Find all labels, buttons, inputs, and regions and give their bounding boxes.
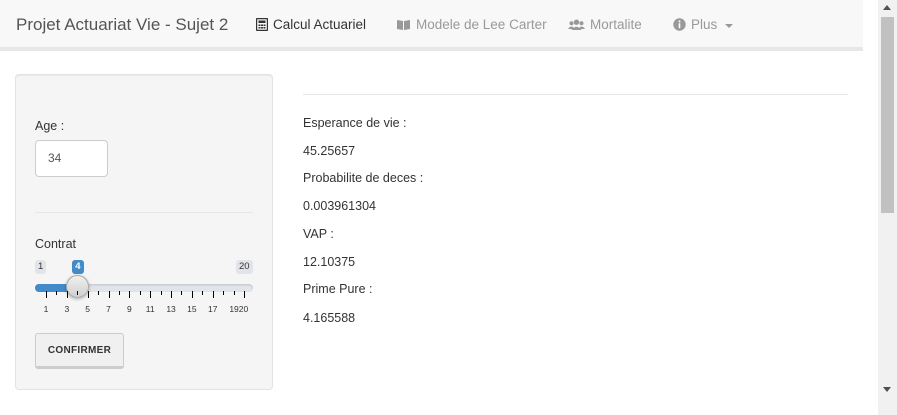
tab-label: Modele de Lee Carter [416,17,547,32]
prime-pure-label: Prime Pure : [303,282,373,296]
slider-tick-label: 17 [208,304,218,314]
slider-tick [56,291,58,295]
chevron-down-icon [725,23,734,28]
slider-tick [150,291,152,298]
tab-label: Plus [691,17,718,32]
slider-tick [98,291,100,295]
slider-tick-label: 13 [166,304,176,314]
probabilite-label: Probabilite de deces : [303,171,424,185]
slider-tick [129,291,131,298]
slider-tick-label: 7 [106,304,111,314]
slider-tick-label: 3 [64,304,70,314]
scroll-up-icon[interactable] [883,5,891,10]
slider-value-label: 4 [72,260,84,274]
scroll-down-icon[interactable] [883,387,891,392]
navbar: Projet Actuariat Vie - Sujet 2 Calcul Ac… [0,0,863,51]
slider-tick [139,291,141,295]
confirm-button[interactable]: CONFIRMER [35,333,124,369]
esperance-label: Esperance de vie : [303,116,407,130]
slider-tick [244,291,245,298]
slider-tick-label: 9 [126,304,132,314]
tab-plus-dropdown[interactable]: Plus [673,17,734,32]
slider-tick-label: 1 [43,304,49,314]
info-circle-icon [673,18,686,31]
page-scrollbar[interactable] [878,0,897,415]
tab-mortalite[interactable]: Mortalite [568,17,642,32]
slider-tick-label: 1920 [229,304,249,314]
tab-calcul-actuariel[interactable]: Calcul Actuariel [256,17,366,32]
main-divider [303,94,848,95]
vap-label: VAP : [303,227,334,241]
slider-tick [181,291,183,295]
slider-tick [160,291,162,295]
vap-value: 12.10375 [303,255,356,269]
tab-lee-carter[interactable]: Modele de Lee Carter [396,17,547,32]
book-icon [396,19,411,31]
scroll-thumb[interactable] [881,17,894,213]
slider-tick [46,291,47,298]
divider [35,212,253,213]
slider-tick [118,291,120,295]
slider-max-label: 20 [236,260,253,274]
contrat-label: Contrat [35,237,76,251]
slider-tick-label: 15 [187,304,197,314]
slider-tick [223,291,225,295]
tab-label: Calcul Actuariel [273,17,367,32]
slider-tick [66,291,68,298]
slider-tick [212,291,214,298]
app-title: Projet Actuariat Vie - Sujet 2 [16,15,229,34]
slider-tick-label: 5 [85,304,91,314]
age-input[interactable]: 34 [35,140,108,177]
users-icon [568,19,585,31]
slider-tick [171,291,173,298]
slider-tick-label: 11 [145,304,155,314]
slider-tick [108,291,110,298]
slider-grid: 1 3 5 7 9 11 13 15 17 1920 [35,291,255,321]
probabilite-value: 0.003961304 [303,199,376,213]
esperance-value: 45.25657 [303,144,356,158]
slider-tick [233,291,235,295]
slider-min-label: 1 [35,260,47,274]
age-label: Age : [35,119,65,133]
tab-label: Mortalite [590,17,642,32]
slider-tick [202,291,204,295]
slider-tick [87,291,89,298]
slider-tick [77,291,79,295]
calculator-icon [256,18,268,31]
prime-pure-value: 4.165588 [303,311,356,325]
slider-tick [191,291,193,298]
sidebar-panel: Age : 34 Contrat 1 20 4 1 3 5 7 9 11 13 15 17 192… [15,74,273,390]
contrat-slider[interactable]: 1 20 4 1 3 5 7 9 11 13 15 17 1920 [35,257,255,327]
